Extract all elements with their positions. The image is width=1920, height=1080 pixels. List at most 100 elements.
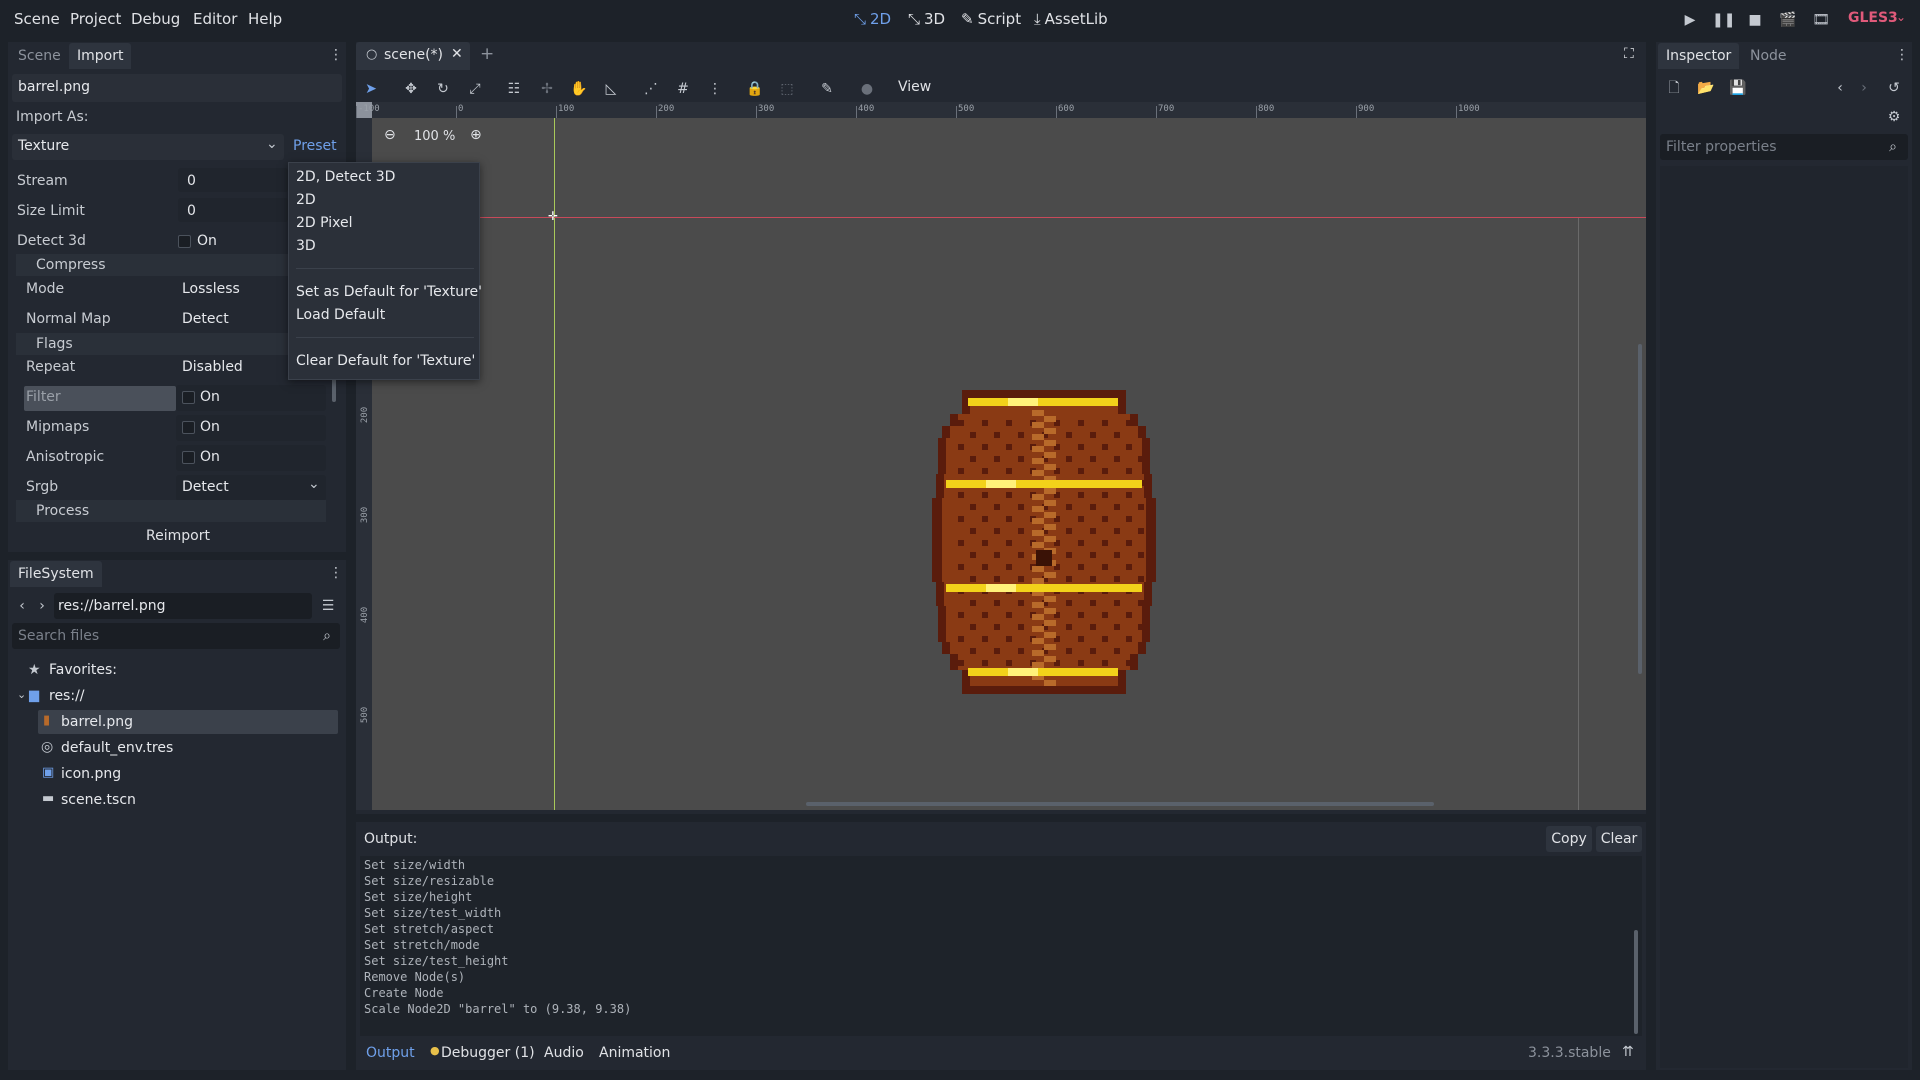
expand-panel-icon[interactable]: ⇈ bbox=[1622, 1044, 1634, 1060]
repeat-value[interactable]: Disabled bbox=[182, 359, 243, 375]
light-icon[interactable]: ● bbox=[856, 79, 878, 99]
add-tab-icon[interactable]: + bbox=[480, 44, 494, 64]
smart-snap-icon[interactable]: ⋰ bbox=[640, 79, 662, 99]
list-item[interactable]: scene.tscn bbox=[61, 792, 136, 808]
list-item[interactable]: barrel.png bbox=[61, 714, 133, 730]
output-scrollbar[interactable] bbox=[1634, 930, 1638, 1034]
stop-icon[interactable]: ■ bbox=[1745, 10, 1765, 30]
move-tool-icon[interactable]: ✥ bbox=[400, 79, 422, 99]
canvas-hscrollbar[interactable] bbox=[806, 802, 1434, 806]
menu-debug[interactable]: Debug bbox=[131, 10, 180, 28]
barrel-sprite[interactable] bbox=[932, 390, 1156, 694]
ruler-tick-label: 400 bbox=[360, 606, 371, 624]
more-vertical-icon[interactable]: ⋮ bbox=[328, 563, 344, 583]
new-resource-icon[interactable]: 🗋 bbox=[1664, 78, 1684, 98]
more-vertical-icon[interactable]: ⋮ bbox=[328, 45, 344, 65]
preset-clear-default[interactable]: Clear Default for 'Texture' bbox=[296, 353, 475, 369]
res-root[interactable]: res:// bbox=[49, 688, 85, 704]
tab-scene[interactable]: Scene bbox=[10, 43, 69, 69]
menu-scene[interactable]: Scene bbox=[14, 10, 60, 28]
scale-tool-icon[interactable]: ⤢ bbox=[464, 79, 486, 99]
open-folder-icon[interactable]: 📂 bbox=[1696, 78, 1716, 98]
mode-value[interactable]: Lossless bbox=[182, 281, 240, 297]
list-item[interactable]: icon.png bbox=[61, 766, 121, 782]
import-scrollbar[interactable] bbox=[332, 378, 336, 402]
list-view-icon[interactable]: ☰ bbox=[318, 596, 338, 616]
copy-button[interactable]: Copy bbox=[1546, 826, 1592, 852]
list-item[interactable]: default_env.tres bbox=[61, 740, 173, 756]
menu-editor[interactable]: Editor bbox=[193, 10, 237, 28]
save-icon[interactable]: 💾 bbox=[1728, 78, 1748, 98]
back-icon[interactable]: ‹ bbox=[14, 596, 30, 616]
pivot-icon[interactable]: ✢ bbox=[536, 79, 558, 99]
chevron-down-icon[interactable]: ⌄ bbox=[17, 688, 26, 701]
group-icon[interactable]: ⬚ bbox=[776, 79, 798, 99]
play-icon[interactable]: ▶ bbox=[1680, 10, 1700, 30]
preset-load-default[interactable]: Load Default bbox=[296, 307, 385, 323]
preset-button[interactable]: Preset bbox=[293, 138, 337, 154]
zoom-level[interactable]: 100 % bbox=[414, 129, 455, 144]
canvas-2d[interactable]: ✛ bbox=[372, 118, 1646, 810]
history-forward-icon[interactable]: › bbox=[1856, 78, 1872, 98]
more-vertical-icon[interactable]: ⋮ bbox=[1894, 45, 1910, 65]
ruler-tick-label: 1000 bbox=[1458, 104, 1480, 114]
canvas-vscrollbar[interactable] bbox=[1638, 344, 1642, 674]
history-icon[interactable]: ↺ bbox=[1884, 78, 1904, 98]
rotate-tool-icon[interactable]: ↻ bbox=[432, 79, 454, 99]
mode-2d-button[interactable]: ⤡ 2D bbox=[854, 10, 891, 28]
mode-assetlib-button[interactable]: ⤓ AssetLib bbox=[1034, 10, 1108, 28]
filter-checkbox[interactable] bbox=[182, 391, 195, 404]
play-custom-scene-icon[interactable]: 🎞 bbox=[1811, 10, 1831, 30]
ruler-tick-label: 100 bbox=[558, 104, 575, 114]
bottom-tab-debugger[interactable]: Debugger (1) bbox=[441, 1045, 535, 1061]
barrel-band-shine bbox=[1008, 668, 1038, 676]
fullscreen-icon[interactable]: ⛶ bbox=[1624, 46, 1634, 62]
normal-map-value[interactable]: Detect bbox=[182, 311, 229, 327]
tab-inspector[interactable]: Inspector bbox=[1658, 43, 1740, 69]
preset-set-default[interactable]: Set as Default for 'Texture' bbox=[296, 284, 482, 300]
bottom-tab-audio[interactable]: Audio bbox=[544, 1045, 584, 1061]
clear-button[interactable]: Clear bbox=[1596, 826, 1642, 852]
anisotropic-checkbox[interactable] bbox=[182, 451, 195, 464]
forward-icon[interactable]: › bbox=[34, 596, 50, 616]
preset-item-2d-pixel[interactable]: 2D Pixel bbox=[296, 215, 353, 231]
preset-item-2d[interactable]: 2D bbox=[296, 192, 316, 208]
menu-project[interactable]: Project bbox=[70, 10, 121, 28]
mode-3d-button[interactable]: ⤡ 3D bbox=[908, 10, 945, 28]
pan-tool-icon[interactable]: ✋ bbox=[568, 79, 590, 99]
history-back-icon[interactable]: ‹ bbox=[1832, 78, 1848, 98]
detect-3d-checkbox[interactable] bbox=[178, 235, 191, 248]
barrel-grain bbox=[1066, 432, 1072, 438]
barrel-highlight bbox=[1032, 614, 1044, 620]
grid-snap-icon[interactable]: # bbox=[672, 79, 694, 99]
object-properties-icon[interactable]: ⚙ bbox=[1884, 107, 1904, 127]
bottom-tab-animation[interactable]: Animation bbox=[599, 1045, 670, 1061]
preset-item-2d-detect-3d[interactable]: 2D, Detect 3D bbox=[296, 169, 395, 185]
lock-icon[interactable]: 🔒 bbox=[744, 79, 766, 99]
ruler-tool-icon[interactable]: ◺ bbox=[600, 79, 622, 99]
barrel-grain bbox=[1066, 528, 1072, 534]
zoom-out-icon[interactable]: ⊖ bbox=[384, 127, 396, 143]
favorites-label[interactable]: Favorites: bbox=[49, 662, 117, 678]
pause-icon[interactable]: ❚❚ bbox=[1712, 10, 1735, 30]
menu-help[interactable]: Help bbox=[248, 10, 282, 28]
select-tool-icon[interactable]: ➤ bbox=[360, 79, 382, 99]
image-icon: ▣ bbox=[42, 765, 55, 780]
tab-node[interactable]: Node bbox=[1742, 43, 1795, 69]
close-icon[interactable]: ✕ bbox=[451, 46, 463, 62]
play-scene-icon[interactable]: 🎬 bbox=[1778, 10, 1798, 30]
horizontal-ruler[interactable] bbox=[356, 102, 1646, 118]
tab-import[interactable]: Import bbox=[69, 43, 132, 69]
renderer-button[interactable]: GLES3 bbox=[1848, 10, 1898, 26]
preset-item-3d[interactable]: 3D bbox=[296, 238, 316, 254]
snap-options-icon[interactable]: ⋮ bbox=[704, 79, 726, 99]
zoom-in-icon[interactable]: ⊕ bbox=[470, 127, 482, 143]
mode-script-button[interactable]: ✎ Script bbox=[961, 10, 1021, 28]
reimport-button[interactable]: Reimport bbox=[140, 524, 216, 548]
bone-icon[interactable]: ✎ bbox=[816, 79, 838, 99]
view-menu[interactable]: View bbox=[898, 79, 931, 95]
tab-filesystem[interactable]: FileSystem bbox=[10, 561, 102, 587]
mipmaps-checkbox[interactable] bbox=[182, 421, 195, 434]
bottom-tab-output[interactable]: Output bbox=[366, 1045, 415, 1061]
list-select-icon[interactable]: ☷ bbox=[503, 79, 525, 99]
